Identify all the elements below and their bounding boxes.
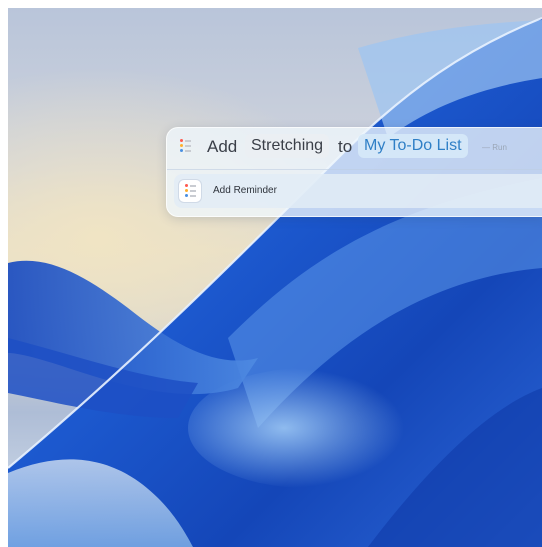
wallpaper-waves xyxy=(8,16,542,547)
add-reminder-action[interactable]: Add Reminder xyxy=(174,174,542,208)
action-icon-tile xyxy=(179,180,201,202)
item-token[interactable]: Stretching xyxy=(245,134,330,158)
reminders-list-icon xyxy=(185,184,196,198)
to-word: to xyxy=(338,137,353,156)
reminders-list-icon xyxy=(180,139,191,153)
panel-divider xyxy=(167,169,542,170)
run-hint[interactable]: — Run xyxy=(482,143,507,152)
list-token[interactable]: My To-Do List xyxy=(358,134,468,158)
shortcut-panel: Add Stretching to My To-Do List Add Remi… xyxy=(166,127,542,217)
desktop-wallpaper xyxy=(8,8,542,547)
action-label: Add Reminder xyxy=(213,185,277,196)
add-word: Add xyxy=(207,137,238,156)
